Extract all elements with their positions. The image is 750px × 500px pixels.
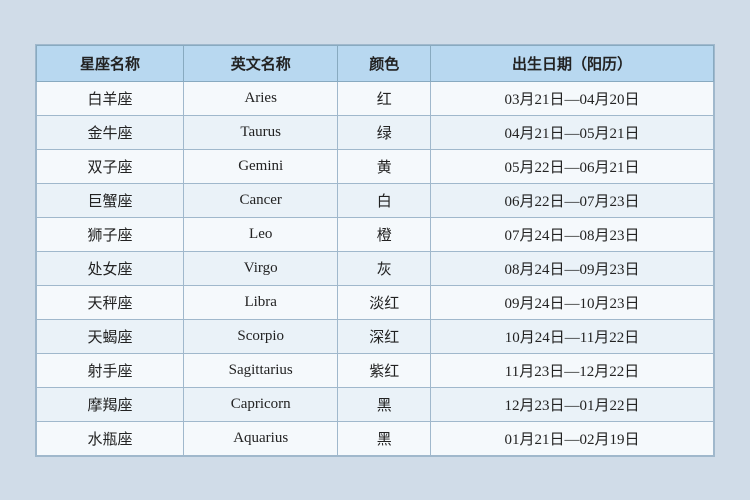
- dates: 07月24日—08月23日: [430, 217, 713, 251]
- chinese-name: 狮子座: [37, 217, 184, 251]
- table-row: 天蝎座Scorpio深红10月24日—11月22日: [37, 319, 714, 353]
- chinese-name: 天蝎座: [37, 319, 184, 353]
- english-name: Libra: [183, 285, 337, 319]
- english-name: Virgo: [183, 251, 337, 285]
- color: 黄: [338, 149, 431, 183]
- table-row: 天秤座Libra淡红09月24日—10月23日: [37, 285, 714, 319]
- dates: 04月21日—05月21日: [430, 115, 713, 149]
- color: 红: [338, 81, 431, 115]
- dates: 11月23日—12月22日: [430, 353, 713, 387]
- table-row: 狮子座Leo橙07月24日—08月23日: [37, 217, 714, 251]
- color: 橙: [338, 217, 431, 251]
- dates: 05月22日—06月21日: [430, 149, 713, 183]
- dates: 03月21日—04月20日: [430, 81, 713, 115]
- column-header: 英文名称: [183, 45, 337, 81]
- english-name: Aquarius: [183, 421, 337, 455]
- column-header: 颜色: [338, 45, 431, 81]
- english-name: Sagittarius: [183, 353, 337, 387]
- table-row: 水瓶座Aquarius黑01月21日—02月19日: [37, 421, 714, 455]
- chinese-name: 水瓶座: [37, 421, 184, 455]
- table-row: 双子座Gemini黄05月22日—06月21日: [37, 149, 714, 183]
- dates: 09月24日—10月23日: [430, 285, 713, 319]
- english-name: Cancer: [183, 183, 337, 217]
- table-row: 处女座Virgo灰08月24日—09月23日: [37, 251, 714, 285]
- dates: 10月24日—11月22日: [430, 319, 713, 353]
- color: 淡红: [338, 285, 431, 319]
- chinese-name: 白羊座: [37, 81, 184, 115]
- color: 黑: [338, 387, 431, 421]
- english-name: Taurus: [183, 115, 337, 149]
- table-row: 摩羯座Capricorn黑12月23日—01月22日: [37, 387, 714, 421]
- dates: 08月24日—09月23日: [430, 251, 713, 285]
- table-row: 巨蟹座Cancer白06月22日—07月23日: [37, 183, 714, 217]
- english-name: Capricorn: [183, 387, 337, 421]
- dates: 12月23日—01月22日: [430, 387, 713, 421]
- table-row: 射手座Sagittarius紫红11月23日—12月22日: [37, 353, 714, 387]
- color: 灰: [338, 251, 431, 285]
- dates: 01月21日—02月19日: [430, 421, 713, 455]
- column-header: 出生日期（阳历）: [430, 45, 713, 81]
- english-name: Aries: [183, 81, 337, 115]
- chinese-name: 双子座: [37, 149, 184, 183]
- chinese-name: 射手座: [37, 353, 184, 387]
- color: 紫红: [338, 353, 431, 387]
- english-name: Gemini: [183, 149, 337, 183]
- chinese-name: 巨蟹座: [37, 183, 184, 217]
- color: 白: [338, 183, 431, 217]
- table-row: 白羊座Aries红03月21日—04月20日: [37, 81, 714, 115]
- table-row: 金牛座Taurus绿04月21日—05月21日: [37, 115, 714, 149]
- chinese-name: 金牛座: [37, 115, 184, 149]
- color: 黑: [338, 421, 431, 455]
- zodiac-table: 星座名称英文名称颜色出生日期（阳历） 白羊座Aries红03月21日—04月20…: [36, 45, 714, 456]
- color: 绿: [338, 115, 431, 149]
- english-name: Scorpio: [183, 319, 337, 353]
- column-header: 星座名称: [37, 45, 184, 81]
- table-header-row: 星座名称英文名称颜色出生日期（阳历）: [37, 45, 714, 81]
- chinese-name: 处女座: [37, 251, 184, 285]
- zodiac-table-container: 星座名称英文名称颜色出生日期（阳历） 白羊座Aries红03月21日—04月20…: [35, 44, 715, 457]
- chinese-name: 天秤座: [37, 285, 184, 319]
- dates: 06月22日—07月23日: [430, 183, 713, 217]
- english-name: Leo: [183, 217, 337, 251]
- chinese-name: 摩羯座: [37, 387, 184, 421]
- color: 深红: [338, 319, 431, 353]
